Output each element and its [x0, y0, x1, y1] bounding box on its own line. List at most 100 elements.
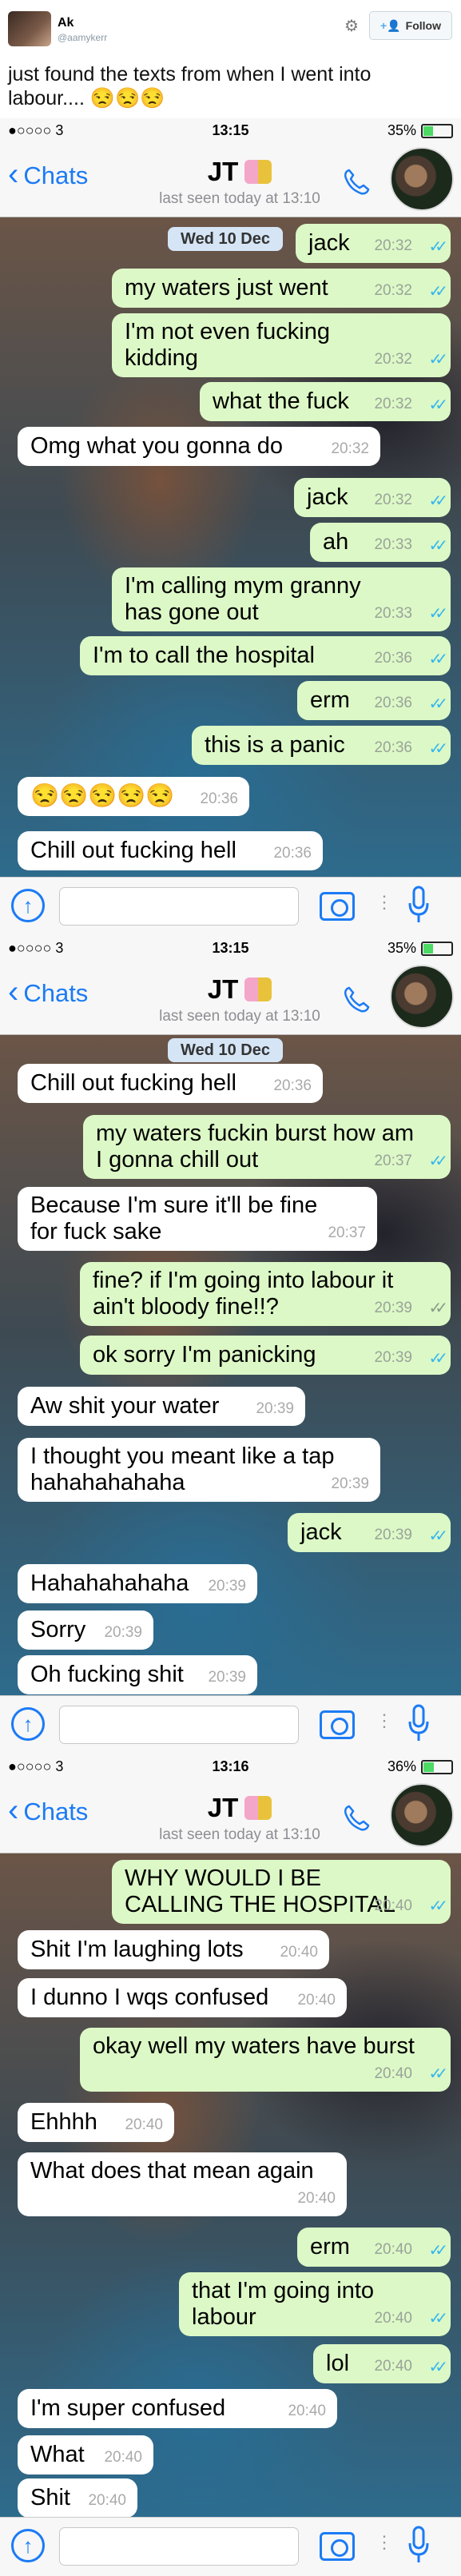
gear-icon[interactable]: ⚙	[342, 16, 361, 35]
message-bubble[interactable]: Aw shit your water 20:39	[18, 1387, 305, 1426]
chat-area[interactable]: WHY WOULD I BE CALLING THE HOSPITAL 20:40…	[0, 1853, 461, 2518]
camera-icon[interactable]	[320, 892, 355, 921]
message-bubble[interactable]: erm 20:36 ✓✓	[297, 681, 451, 720]
message-bubble[interactable]: I'm not even fucking kidding 20:32 ✓✓	[112, 313, 451, 377]
camera-icon[interactable]	[320, 1710, 355, 1739]
message-time: 20:39	[256, 1400, 294, 1417]
microphone-icon[interactable]	[407, 886, 430, 926]
message-bubble[interactable]: Oh fucking shit 20:39	[18, 1655, 257, 1694]
message-bubble[interactable]: erm 20:40 ✓✓	[297, 2228, 451, 2267]
message-bubble[interactable]: What 20:40	[18, 2435, 153, 2474]
message-bubble[interactable]: Chill out fucking hell 20:36	[18, 1064, 323, 1103]
contact-avatar[interactable]	[390, 1783, 454, 1847]
read-receipt-icon: ✓✓	[428, 1153, 447, 1170]
message-time: 20:39	[374, 1349, 412, 1366]
message-bubble[interactable]: WHY WOULD I BE CALLING THE HOSPITAL 20:40…	[112, 1860, 451, 1924]
message-text: 😒😒😒😒😒	[30, 783, 175, 809]
message-bubble[interactable]: this is a panic 20:36 ✓✓	[192, 726, 451, 765]
message-bubble[interactable]: ah 20:33 ✓✓	[310, 523, 451, 562]
input-bar: ↑ ⋮	[0, 2517, 461, 2576]
divider-dots: ⋮	[376, 2532, 393, 2552]
microphone-icon[interactable]	[407, 1704, 430, 1744]
message-bubble[interactable]: I dunno I wqs confused 20:40	[18, 1978, 347, 2017]
message-bubble[interactable]: Shit I'm laughing lots 20:40	[18, 1930, 329, 1969]
message-bubble[interactable]: Shit 20:40	[18, 2478, 137, 2518]
read-receipt-icon: ✓✓	[428, 651, 447, 668]
back-button[interactable]: ‹ Chats	[8, 157, 88, 192]
message-bubble[interactable]: I'm to call the hospital 20:36 ✓✓	[80, 636, 451, 675]
message-bubble[interactable]: Hahahahahaha 20:39	[18, 1564, 257, 1603]
tweet-avatar[interactable]	[8, 11, 51, 46]
message-bubble[interactable]: jack 20:39 ✓✓	[288, 1513, 451, 1552]
phone-icon[interactable]	[342, 168, 371, 197]
chat-screenshot-2: ●○○○○ 3 13:15 35% ‹ Chats JT last seen to…	[0, 936, 461, 1754]
message-bubble[interactable]: I'm super confused 20:40	[18, 2389, 337, 2428]
message-time: 20:33	[374, 536, 412, 553]
message-time: 20:40	[374, 2241, 412, 2258]
message-bubble[interactable]: Chill out fucking hell 20:36	[18, 831, 323, 870]
contact-header[interactable]: JT last seen today at 13:10	[120, 1793, 360, 1844]
message-bubble[interactable]: Omg what you gonna do 20:32	[18, 427, 380, 466]
phone-icon[interactable]	[342, 1804, 371, 1833]
message-time: 20:32	[331, 440, 369, 457]
contact-avatar[interactable]	[390, 147, 454, 211]
message-text: this is a panic	[205, 732, 345, 758]
chat-area[interactable]: Wed 10 Dec jack 20:32 ✓✓ my waters just we…	[0, 217, 461, 877]
message-input[interactable]	[59, 887, 299, 926]
message-time: 20:32	[374, 492, 412, 508]
read-receipt-icon: ✓✓	[428, 2310, 447, 2327]
message-bubble[interactable]: ok sorry I'm panicking 20:39 ✓✓	[80, 1336, 451, 1375]
message-bubble[interactable]: fine? if I'm going into labour it ain't …	[80, 1262, 451, 1326]
read-receipt-icon: ✓✓	[428, 2065, 447, 2083]
message-bubble[interactable]: lol 20:40 ✓✓	[313, 2344, 451, 2383]
contact-avatar[interactable]	[390, 965, 454, 1029]
status-bar: ●○○○○ 3 13:15 35%	[0, 118, 461, 142]
chat-nav-bar: ‹ Chats JT last seen today at 13:10	[0, 1778, 461, 1853]
message-bubble[interactable]: jack 20:32 ✓✓	[294, 478, 451, 517]
message-text: I'm not even fucking kidding	[125, 319, 331, 371]
message-bubble[interactable]: Ehhhh 20:40	[18, 2103, 174, 2142]
camera-icon[interactable]	[320, 2532, 355, 2561]
upload-icon[interactable]: ↑	[11, 889, 45, 922]
message-text: I'm super confused	[30, 2395, 226, 2421]
contact-header[interactable]: JT last seen today at 13:10	[120, 157, 360, 208]
back-button[interactable]: ‹ Chats	[8, 976, 88, 1008]
message-time: 20:37	[374, 1153, 412, 1169]
follow-label: Follow	[405, 19, 441, 32]
message-bubble[interactable]: Because I'm sure it'll be fine for fuck …	[18, 1187, 377, 1251]
upload-icon[interactable]: ↑	[11, 1707, 45, 1741]
upload-icon[interactable]: ↑	[11, 2529, 45, 2562]
battery-percent: 35%	[387, 122, 416, 138]
follow-button[interactable]: +👤 Follow	[369, 11, 452, 40]
back-button[interactable]: ‹ Chats	[8, 1794, 88, 1826]
message-text: Aw shit your water	[30, 1393, 220, 1419]
message-input[interactable]	[59, 1706, 299, 1744]
message-bubble[interactable]: jack 20:32 ✓✓	[296, 224, 451, 263]
message-time: 20:36	[200, 790, 238, 807]
phone-icon[interactable]	[342, 985, 371, 1014]
message-time: 20:40	[297, 2190, 336, 2207]
couple-emoji-icon	[244, 1796, 272, 1820]
divider-dots: ⋮	[376, 1710, 393, 1730]
message-bubble[interactable]: I thought you meant like a tap hahahahah…	[18, 1438, 380, 1502]
tweet-author-name[interactable]: Ak	[58, 16, 74, 30]
microphone-icon[interactable]	[407, 2526, 430, 2566]
message-bubble[interactable]: okay well my waters have burst 20:40 ✓✓	[80, 2028, 451, 2092]
message-bubble[interactable]: my waters fuckin burst how am I gonna ch…	[83, 1115, 451, 1179]
message-input[interactable]	[59, 2527, 299, 2566]
chevron-left-icon: ‹	[8, 157, 19, 192]
message-bubble[interactable]: what the fuck 20:32 ✓✓	[200, 382, 451, 421]
message-bubble[interactable]: that I'm going into labour 20:40 ✓✓	[179, 2272, 451, 2336]
message-bubble[interactable]: Sorry 20:39	[18, 1610, 153, 1650]
message-time: 20:37	[328, 1224, 366, 1241]
chat-nav-bar: ‹ Chats JT last seen today at 13:10	[0, 960, 461, 1035]
message-bubble[interactable]: What does that mean again 20:40	[18, 2152, 347, 2216]
message-bubble[interactable]: my waters just went 20:32 ✓✓	[112, 269, 451, 308]
message-bubble[interactable]: 😒😒😒😒😒 20:36	[18, 777, 249, 816]
chat-area[interactable]: Wed 10 Dec Chill out fucking hell 20:36 m…	[0, 1035, 461, 1695]
message-text: my waters fuckin burst how am I gonna ch…	[96, 1121, 415, 1173]
message-bubble[interactable]: I'm calling mym granny has gone out 20:33…	[112, 567, 451, 631]
tweet-author-handle[interactable]: @aamykerr	[58, 32, 107, 43]
contact-header[interactable]: JT last seen today at 13:10	[120, 974, 360, 1025]
message-text: ah	[323, 529, 349, 555]
